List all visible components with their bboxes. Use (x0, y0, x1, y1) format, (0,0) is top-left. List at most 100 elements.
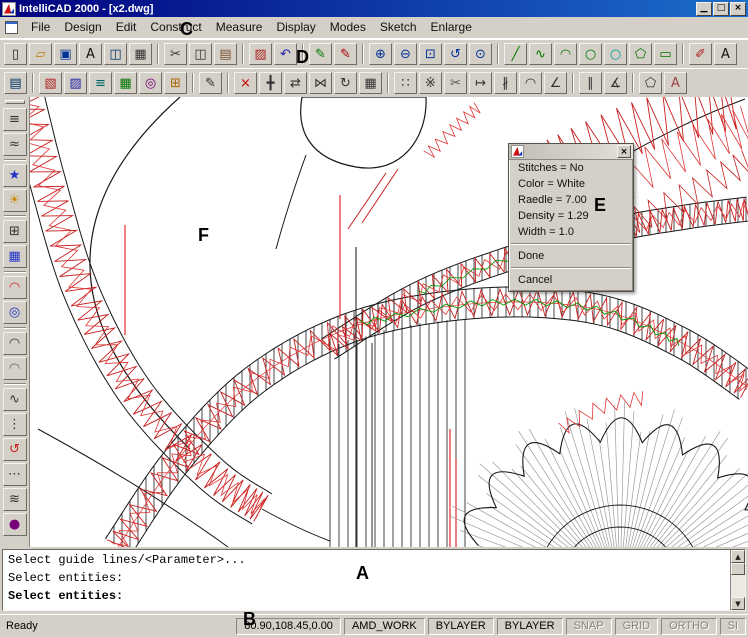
polyline-button[interactable]: ∿ (529, 43, 552, 65)
layer-field[interactable]: AMD_WORK (344, 618, 425, 635)
pan-button[interactable]: ⇄ (284, 72, 307, 94)
popup-info-item[interactable]: Stitches = No (509, 160, 633, 176)
motif-fill-button[interactable]: ☀ (3, 189, 27, 212)
circle-button[interactable]: ○ (579, 43, 602, 65)
ucs-button[interactable]: ⊞ (164, 72, 187, 94)
save-button[interactable]: ▣ (54, 43, 77, 65)
trim-button[interactable]: ✂ (444, 72, 467, 94)
rotate-button[interactable]: ↻ (334, 72, 357, 94)
snap-toggle[interactable]: SNAP (566, 618, 612, 635)
fillet-button[interactable]: ◠ (519, 72, 542, 94)
text-button[interactable]: A (714, 43, 737, 65)
zoom-previous-button[interactable]: ↺ (444, 43, 467, 65)
break-button[interactable]: ∦ (494, 72, 517, 94)
trace-accept-button[interactable]: ✎ (309, 43, 332, 65)
undo-button[interactable]: ↶ (274, 43, 297, 65)
arch-medium-button[interactable]: ◠ (3, 357, 27, 380)
popup-info-item[interactable]: Width = 1.0 (509, 224, 633, 240)
node-join-button[interactable]: ∷ (394, 72, 417, 94)
drawing-canvas[interactable] (30, 97, 748, 547)
menu-enlarge[interactable]: Enlarge (424, 17, 479, 38)
chamfer-button[interactable]: ∠ (544, 72, 567, 94)
line-button[interactable]: ╱ (504, 43, 527, 65)
array-button[interactable]: ▦ (359, 72, 382, 94)
menu-display[interactable]: Display (269, 17, 322, 38)
extend-button[interactable]: ↦ (469, 72, 492, 94)
color-field[interactable]: BYLAYER (428, 618, 494, 635)
scroll-down-button[interactable]: ▼ (731, 597, 745, 610)
doc-text-button[interactable]: A (79, 43, 102, 65)
arch-small-button[interactable]: ◠ (3, 332, 27, 355)
color-dot-button[interactable]: ● (3, 513, 27, 536)
ortho-toggle[interactable]: ORTHO (661, 618, 717, 635)
pen-edit-button[interactable]: ✎ (199, 72, 222, 94)
circle-tool-button[interactable]: ◎ (3, 301, 27, 324)
grid-fill-button[interactable]: ⊞ (3, 220, 27, 243)
menu-file[interactable]: File (24, 17, 57, 38)
menu-modes[interactable]: Modes (323, 17, 373, 38)
node-edit-button[interactable]: ⋮ (3, 413, 27, 436)
measure-button[interactable]: ∡ (604, 72, 627, 94)
toolbar-handle[interactable] (5, 100, 25, 104)
explode-button[interactable]: ※ (419, 72, 442, 94)
offset-button[interactable]: ∥ (579, 72, 602, 94)
popup-info-item[interactable]: Density = 1.29 (509, 208, 633, 224)
mirror-button[interactable]: ⋈ (309, 72, 332, 94)
erase-button[interactable]: ▨ (249, 43, 272, 65)
move-button[interactable]: ╋ (259, 72, 282, 94)
zoom-in-button[interactable]: ⊕ (369, 43, 392, 65)
layers-button[interactable]: ≡ (89, 72, 112, 94)
properties-button[interactable]: ▤ (4, 72, 27, 94)
menu-edit[interactable]: Edit (109, 17, 144, 38)
popup-close-button[interactable]: × (617, 145, 631, 158)
cut-button[interactable]: ✂ (164, 43, 187, 65)
pattern-fill-button[interactable]: ▦ (3, 245, 27, 268)
scrollbar-track[interactable] (731, 563, 745, 597)
scrollbar-thumb[interactable] (731, 563, 745, 575)
annotate-button[interactable]: A (664, 72, 687, 94)
new-button[interactable]: ▯ (4, 43, 27, 65)
trace-reject-button[interactable]: ✎ (334, 43, 357, 65)
applique-arc-button[interactable]: ◠ (3, 276, 27, 299)
dot-run-button[interactable]: ⋯ (3, 463, 27, 486)
maximize-button[interactable]: □ (713, 2, 729, 16)
rectangle-button[interactable]: ▭ (654, 43, 677, 65)
esnap-toggle[interactable]: SI (720, 618, 746, 635)
hatch-button[interactable]: ▧ (39, 72, 62, 94)
close-button[interactable]: × (730, 2, 746, 16)
grid-toggle[interactable]: GRID (615, 618, 659, 635)
grid-button[interactable]: ▦ (114, 72, 137, 94)
linetype-field[interactable]: BYLAYER (497, 618, 563, 635)
print-button[interactable]: ▦ (129, 43, 152, 65)
popup-cancel-item[interactable]: Cancel (509, 272, 633, 288)
menu-sketch[interactable]: Sketch (373, 17, 424, 38)
arc-button[interactable]: ◠ (554, 43, 577, 65)
zigzag-stitch-button[interactable]: ≈ (3, 133, 27, 156)
menu-construct[interactable]: Construct (143, 17, 208, 38)
popup-done-item[interactable]: Done (509, 248, 633, 264)
polygon-button[interactable]: ⬠ (629, 43, 652, 65)
popup-info-item[interactable]: Color = White (509, 176, 633, 192)
minimize-button[interactable]: ▁ (696, 2, 712, 16)
run-stitch-button[interactable]: ≡ (3, 108, 27, 131)
open-button[interactable]: ▱ (29, 43, 52, 65)
delete-button[interactable]: × (234, 72, 257, 94)
brush-button[interactable]: ✐ (689, 43, 712, 65)
zoom-out-button[interactable]: ⊖ (394, 43, 417, 65)
ellipse-button[interactable]: ○ (604, 43, 627, 65)
menu-measure[interactable]: Measure (209, 17, 270, 38)
zoom-window-button[interactable]: ⊡ (419, 43, 442, 65)
scroll-up-button[interactable]: ▲ (731, 550, 745, 563)
slant-hatch-button[interactable]: ∿ (3, 388, 27, 411)
copy-button[interactable]: ◫ (189, 43, 212, 65)
star-tool-button[interactable]: ★ (3, 164, 27, 187)
colors-button[interactable]: ▨ (64, 72, 87, 94)
paste-button[interactable]: ▤ (214, 43, 237, 65)
zigzag-run-button[interactable]: ≋ (3, 488, 27, 511)
spiral-button[interactable]: ↺ (3, 438, 27, 461)
document-icon[interactable] (5, 21, 18, 34)
doc-copy-button[interactable]: ◫ (104, 43, 127, 65)
zoom-extents-button[interactable]: ⊙ (469, 43, 492, 65)
boundary-button[interactable]: ⬠ (639, 72, 662, 94)
popup-info-item[interactable]: Raedle = 7.00 (509, 192, 633, 208)
